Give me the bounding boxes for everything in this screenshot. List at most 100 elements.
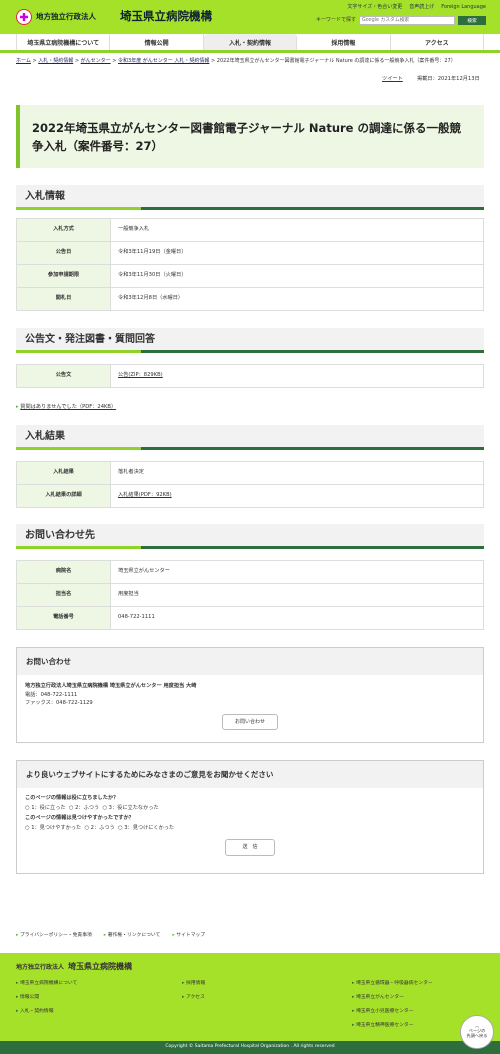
privacy-link[interactable]: プライバシーポリシー・免責事項 xyxy=(16,933,92,939)
feedback-q1-options: ○ 1：役に立った ○ 2：ふつう ○ 3：役に立たなかった xyxy=(25,804,159,811)
row-value: 埼玉県立がんセンター xyxy=(110,560,484,584)
table-row: 入札結果の詳細 入札結果(PDF：92KB) xyxy=(16,484,484,508)
inquiry-org: 地方独立行政法人埼玉県立病院機構 埼玉県立がんセンター 用度担当 大崎 xyxy=(25,683,197,689)
breadcrumb-bidding[interactable]: 入札・契約情報 xyxy=(38,58,73,64)
site-footer: 地方独立行政法人埼玉県立病院機構 埼玉県立病院機構について 情報公開 入札・契約… xyxy=(0,953,500,1041)
nav-access[interactable]: アクセス xyxy=(391,34,485,50)
site-title[interactable]: 埼玉県立病院機構 xyxy=(120,9,212,25)
page-top-label: ページの 先頭へ戻る xyxy=(466,1028,488,1039)
row-label: 病院名 xyxy=(16,560,111,584)
table-row: 入札結果 落札者決定 xyxy=(16,461,484,485)
search-area: キーワードで探す 検索 xyxy=(316,16,486,25)
row-label: 電話番号 xyxy=(16,606,111,630)
feedback-submit-button[interactable]: 送 信 xyxy=(225,838,275,856)
q1-option-2[interactable]: 2：ふつう xyxy=(75,805,99,811)
feedback-heading: より良いウェブサイトにするためにみなさまのご意見をお聞かせください xyxy=(17,761,483,788)
search-input[interactable] xyxy=(359,16,455,25)
table-row: 入札方式 一般競争入札 xyxy=(16,218,484,242)
row-label: 開札日 xyxy=(16,287,111,311)
table-row: 参加申請期限 令和3年11月30日（火曜日） xyxy=(16,264,484,288)
row-label: 公告日 xyxy=(16,241,111,265)
results-pdf-link[interactable]: 入札結果(PDF：92KB) xyxy=(118,492,172,498)
global-nav: 埼玉県立病院機構について 情報公開 入札・契約情報 採用情報 アクセス xyxy=(0,34,500,53)
page-title: 2022年埼玉県立がんセンター図書館電子ジャーナル Nature の調達に係る一… xyxy=(16,105,484,168)
footer-link-children[interactable]: 埼玉県立小児医療センター xyxy=(352,1009,414,1015)
footer-utility-links: プライバシーポリシー・免責事項 著作権・リンクについて サイトマップ xyxy=(16,933,205,939)
nav-bidding[interactable]: 入札・契約情報 xyxy=(203,34,298,50)
text-size-link[interactable]: 文字サイズ・色合い変更 xyxy=(347,4,402,11)
breadcrumb-current: 2022年埼玉県立がんセンター図書館電子ジャーナル Nature の調達に係る一… xyxy=(216,58,456,64)
breadcrumb-home[interactable]: ホーム xyxy=(16,58,31,64)
nav-about[interactable]: 埼玉県立病院機構について xyxy=(16,34,111,50)
results-table: 入札結果 落札者決定 入札結果の詳細 入札結果(PDF：92KB) xyxy=(16,461,484,508)
nav-recruit[interactable]: 採用情報 xyxy=(297,34,391,50)
feedback-q1: このページの情報は役に立ちましたか？ xyxy=(25,795,119,801)
feedback-form: このページの情報は役に立ちましたか？ ○ 1：役に立った ○ 2：ふつう ○ 3… xyxy=(17,788,483,862)
footer-link-cardio[interactable]: 埼玉県立循環器・呼吸器病センター xyxy=(352,981,433,987)
contact-table: 病院名 埼玉県立がんセンター 担当名 用度担当 電話番号 048-722-1111 xyxy=(16,560,484,630)
copyright: Copyright © Saitama Prefectural Hospital… xyxy=(0,1041,500,1054)
row-value: 用度担当 xyxy=(110,583,484,607)
inquiry-tel: 電話：048-722-1111 xyxy=(25,691,78,698)
footer-link-access[interactable]: アクセス xyxy=(182,995,205,1001)
tweet-link[interactable]: ツイート xyxy=(382,76,403,83)
org-type: 地方独立行政法人 xyxy=(36,12,96,21)
table-row: 担当名 用度担当 xyxy=(16,583,484,607)
feedback-q2-options: ○ 1：見つけやすかった ○ 2：ふつう ○ 3：見つけにくかった xyxy=(25,824,175,831)
q2-option-1[interactable]: 1：見つけやすかった xyxy=(31,825,81,831)
notice-table: 公告文 公告(ZIP：829KB) xyxy=(16,364,484,388)
footer-link-psychiatric[interactable]: 埼玉県立精神医療センター xyxy=(352,1023,414,1029)
section-heading-results: 入札結果 xyxy=(16,425,484,450)
copyright-link[interactable]: 著作権・リンクについて xyxy=(104,933,161,939)
row-value: 落札者決定 xyxy=(110,461,484,485)
notice-zip-link[interactable]: 公告(ZIP：829KB) xyxy=(118,372,163,378)
q2-option-3[interactable]: 3：見つけにくかった xyxy=(124,825,174,831)
search-label: キーワードで探す xyxy=(315,17,356,24)
row-value: 入札結果(PDF：92KB) xyxy=(110,484,484,508)
row-label: 公告文 xyxy=(16,364,111,388)
inquiry-body: 地方独立行政法人埼玉県立病院機構 埼玉県立がんセンター 用度担当 大崎 電話：0… xyxy=(17,675,483,737)
table-row: 公告日 令和3年11月19日（金曜日） xyxy=(16,241,484,265)
table-row: 病院名 埼玉県立がんセンター xyxy=(16,560,484,584)
foreign-language-link[interactable]: Foreign Language xyxy=(441,4,486,11)
table-row: 開札日 令和3年12月8日（水曜日） xyxy=(16,287,484,311)
row-value: 令和3年11月30日（火曜日） xyxy=(110,264,484,288)
row-label: 参加申請期限 xyxy=(16,264,111,288)
row-value: 令和3年11月19日（金曜日） xyxy=(110,241,484,265)
section-heading-contact: お問い合わせ先 xyxy=(16,524,484,549)
page-top-button[interactable]: ︿ ページの 先頭へ戻る xyxy=(460,1015,494,1049)
published-date: 掲載日：2021年12月13日 xyxy=(417,76,480,82)
row-label: 入札結果の詳細 xyxy=(16,484,111,508)
voice-read-link[interactable]: 音声読上げ xyxy=(409,4,434,11)
feedback-box: より良いウェブサイトにするためにみなさまのご意見をお聞かせください このページの… xyxy=(16,760,484,874)
site-header: 地方独立行政法人 埼玉県立病院機構 文字サイズ・色合い変更 音声読上げ Fore… xyxy=(0,0,500,34)
search-button[interactable]: 検索 xyxy=(458,16,486,25)
inquiry-fax: ファックス：048-722-1129 xyxy=(25,700,93,707)
row-label: 入札結果 xyxy=(16,461,111,485)
logo-icon[interactable] xyxy=(16,9,32,25)
sitemap-link[interactable]: サイトマップ xyxy=(172,933,205,939)
section-heading-notice: 公告文・発注図書・質問回答 xyxy=(16,328,484,353)
breadcrumb-cancer-center[interactable]: がんセンター xyxy=(81,58,111,64)
row-label: 入札方式 xyxy=(16,218,111,242)
bid-info-table: 入札方式 一般競争入札 公告日 令和3年11月19日（金曜日） 参加申請期限 令和3年… xyxy=(16,218,484,311)
q2-option-2[interactable]: 2：ふつう xyxy=(91,825,115,831)
row-label: 担当名 xyxy=(16,583,111,607)
nav-disclosure[interactable]: 情報公開 xyxy=(110,34,204,50)
footer-link-recruit[interactable]: 採用情報 xyxy=(182,981,205,987)
inquiry-box: お問い合わせ 地方独立行政法人埼玉県立病院機構 埼玉県立がんセンター 用度担当 … xyxy=(16,647,484,743)
footer-link-cancer[interactable]: 埼玉県立がんセンター xyxy=(352,995,404,1001)
inquiry-heading: お問い合わせ xyxy=(17,648,483,675)
table-row: 公告文 公告(ZIP：829KB) xyxy=(16,364,484,388)
q1-option-1[interactable]: 1：役に立った xyxy=(31,805,65,811)
q1-option-3[interactable]: 3：役に立たなかった xyxy=(109,805,159,811)
table-row: 電話番号 048-722-1111 xyxy=(16,606,484,630)
footer-link-about[interactable]: 埼玉県立病院機構について xyxy=(16,981,77,987)
inquiry-button[interactable]: お問い合わせ xyxy=(221,713,278,730)
footer-link-bidding[interactable]: 入札・契約情報 xyxy=(16,1009,54,1015)
row-value: 048-722-1111 xyxy=(110,606,484,630)
breadcrumb-r3[interactable]: 令和3年度 がんセンター 入札・契約情報 xyxy=(118,58,209,64)
no-questions-link[interactable]: 質問はありませんでした（PDF：24KB） xyxy=(16,404,116,411)
footer-link-disclosure[interactable]: 情報公開 xyxy=(16,995,39,1001)
footer-org: 地方独立行政法人 埼玉県立病院機構 xyxy=(16,962,133,971)
